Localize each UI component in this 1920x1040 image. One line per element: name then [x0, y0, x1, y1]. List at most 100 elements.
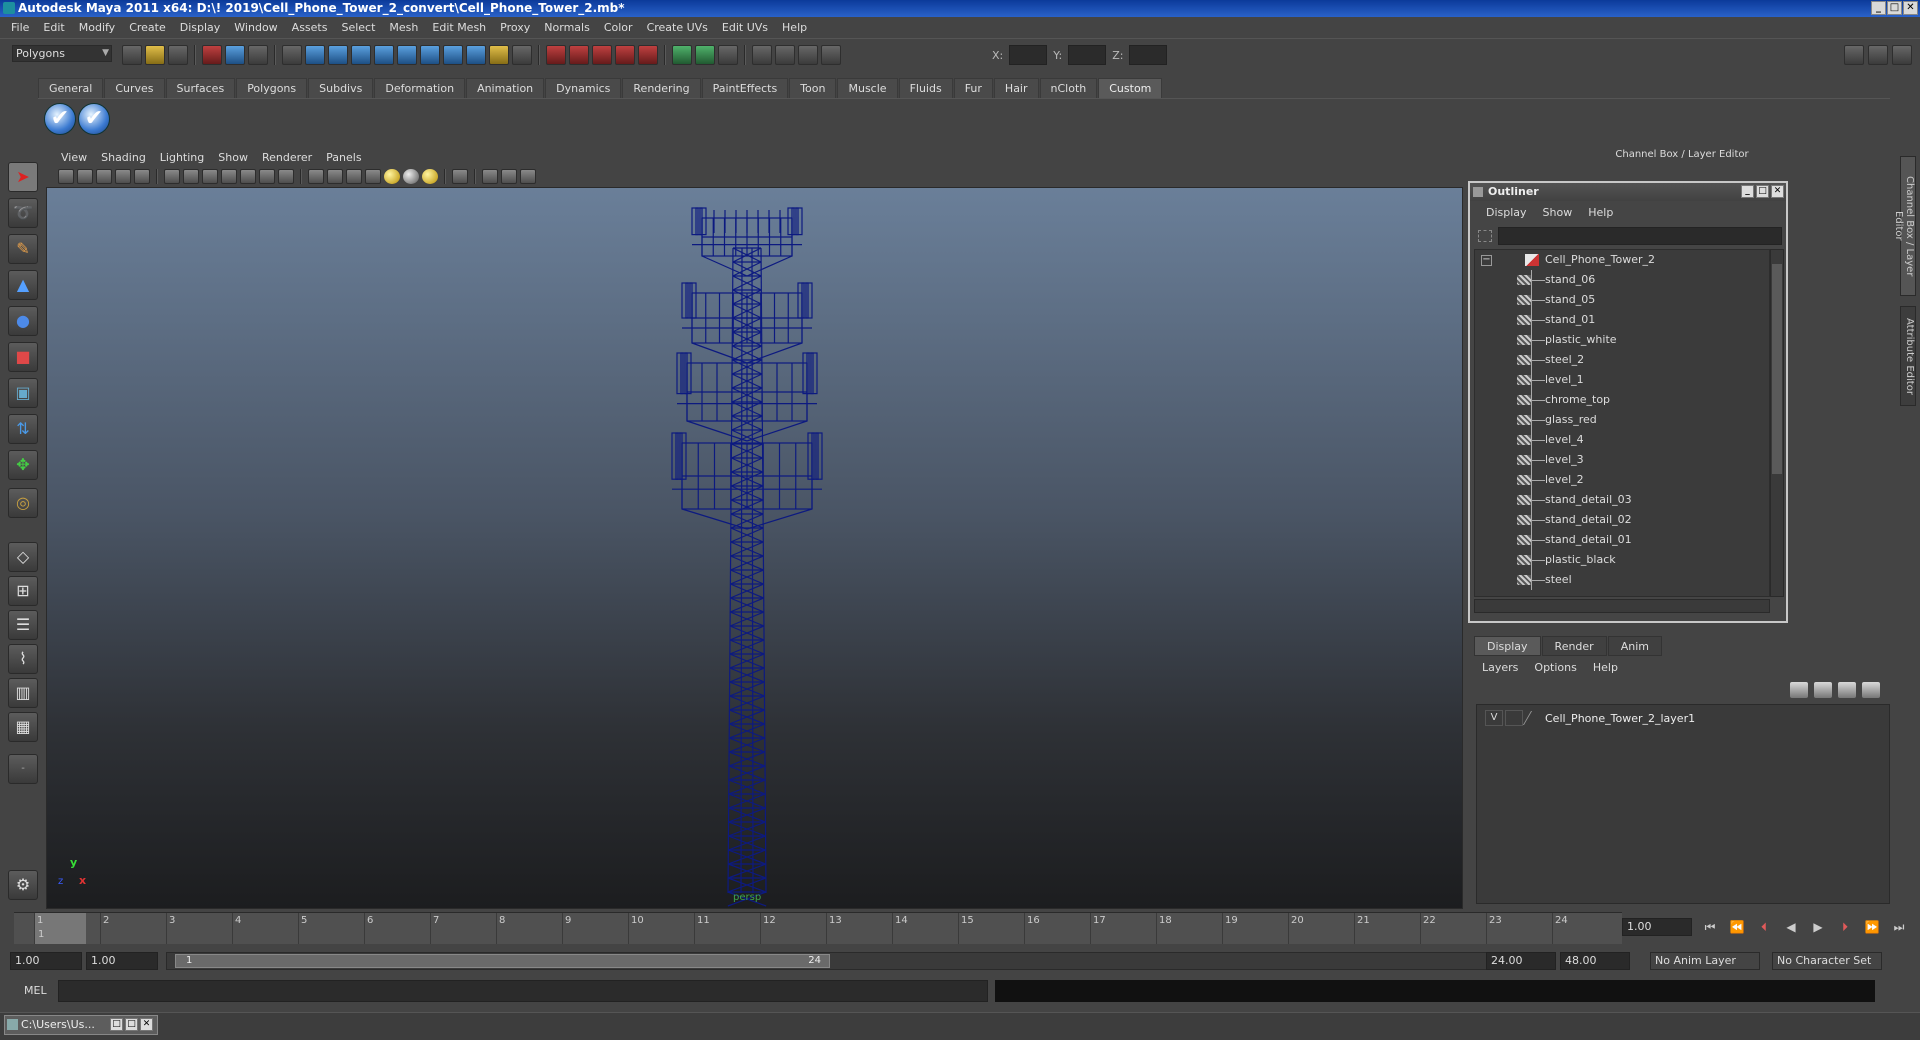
shelf-tab-subdivs[interactable]: Subdivs [308, 78, 374, 98]
current-frame-field[interactable]: 1.00 [1622, 918, 1692, 936]
backface-culling-icon[interactable] [520, 168, 536, 184]
save-scene-icon[interactable] [168, 45, 188, 65]
layer-menu-options[interactable]: Options [1526, 661, 1584, 674]
select-camera-icon[interactable] [58, 168, 74, 184]
outliner-item[interactable]: level_1 [1475, 370, 1769, 390]
step-forward-key-icon[interactable]: ⏵ [1835, 918, 1855, 936]
select-deformations-icon[interactable] [397, 45, 417, 65]
command-language-label[interactable]: MEL [24, 984, 47, 997]
shelf-tab-curves[interactable]: Curves [104, 78, 165, 98]
maximize-button[interactable]: □ [1887, 1, 1902, 15]
play-forwards-icon[interactable]: ▶ [1808, 918, 1828, 936]
viewport-menu-panels[interactable]: Panels [319, 151, 368, 164]
menu-proxy[interactable]: Proxy [493, 21, 537, 34]
menu-edit-mesh[interactable]: Edit Mesh [425, 21, 493, 34]
outliner-item[interactable]: stand_detail_03 [1475, 490, 1769, 510]
toggle-channel-box-icon[interactable] [1892, 45, 1912, 65]
outliner-close-button[interactable]: ✕ [1771, 185, 1784, 198]
outliner-item[interactable]: chrome_top [1475, 390, 1769, 410]
hypershade-persp-layout-icon[interactable]: ▥ [8, 678, 38, 708]
default-lighting-icon[interactable] [384, 168, 400, 184]
select-curves-icon[interactable] [351, 45, 371, 65]
select-rendering-icon[interactable] [443, 45, 463, 65]
shelf-tab-fluids[interactable]: Fluids [898, 78, 953, 98]
outliner-persp-layout-icon[interactable]: ☰ [8, 610, 38, 640]
outliner-item[interactable]: plastic_black [1475, 550, 1769, 570]
transform-y-field[interactable] [1068, 45, 1107, 65]
outliner-item[interactable]: stand_01 [1475, 310, 1769, 330]
field-chart-icon[interactable] [221, 168, 237, 184]
toggle-tool-settings-icon[interactable] [1868, 45, 1888, 65]
select-misc-icon[interactable] [466, 45, 486, 65]
side-tab-channel-box[interactable]: Channel Box / Layer Editor [1893, 156, 1916, 296]
select-surfaces-icon[interactable] [374, 45, 394, 65]
render-view-icon[interactable] [752, 45, 772, 65]
highlight-selection-icon[interactable] [512, 45, 532, 65]
text-icon[interactable] [278, 168, 294, 184]
shelf-tab-general[interactable]: General [38, 78, 104, 98]
playback-start-field[interactable]: 1.00 [86, 952, 158, 970]
safe-title-icon[interactable] [259, 168, 275, 184]
menu-create[interactable]: Create [122, 21, 173, 34]
outliner-item[interactable]: stand_detail_01 [1475, 530, 1769, 550]
menu-edit[interactable]: Edit [36, 21, 71, 34]
outliner-item[interactable]: level_4 [1475, 430, 1769, 450]
render-settings-icon[interactable] [821, 45, 841, 65]
tab-display[interactable]: Display [1474, 636, 1541, 656]
viewport-menu-show[interactable]: Show [211, 151, 255, 164]
layer-menu-help[interactable]: Help [1585, 661, 1626, 674]
viewport-menu-lighting[interactable]: Lighting [153, 151, 211, 164]
image-plane-icon[interactable] [115, 168, 131, 184]
step-back-key-icon[interactable]: ⏴ [1754, 918, 1774, 936]
make-live-icon[interactable] [638, 45, 658, 65]
show-manipulator-icon[interactable]: ✥ [8, 450, 38, 480]
select-by-component-icon[interactable] [248, 45, 268, 65]
transform-z-field[interactable] [1129, 45, 1168, 65]
shelf-tab-muscle[interactable]: Muscle [837, 78, 898, 98]
outliner-menu-show[interactable]: Show [1535, 206, 1581, 219]
step-back-frame-icon[interactable]: ⏪ [1727, 918, 1747, 936]
outliner-item[interactable]: stand_06 [1475, 270, 1769, 290]
outliner-item[interactable]: stand_detail_02 [1475, 510, 1769, 530]
shelf-tab-fur[interactable]: Fur [953, 78, 993, 98]
menu-create-uvs[interactable]: Create UVs [640, 21, 715, 34]
film-gate-icon[interactable] [164, 168, 180, 184]
playback-end-field[interactable]: 24.00 [1486, 952, 1556, 970]
play-backwards-icon[interactable]: ◀ [1781, 918, 1801, 936]
outliner-item[interactable]: steel_2 [1475, 350, 1769, 370]
layer-visibility-toggle[interactable]: V [1485, 710, 1503, 726]
shelf-tab-polygons[interactable]: Polygons [236, 78, 308, 98]
all-lights-icon[interactable] [403, 168, 419, 184]
persp-graph-outliner-layout-icon[interactable]: ▦ [8, 712, 38, 742]
shelf-tab-custom[interactable]: Custom [1098, 78, 1163, 98]
outliner-item[interactable]: level_2 [1475, 470, 1769, 490]
shelf-tab-dynamics[interactable]: Dynamics [545, 78, 622, 98]
textured-icon[interactable] [365, 168, 381, 184]
lock-selection-icon[interactable] [489, 45, 509, 65]
menu-select[interactable]: Select [334, 21, 382, 34]
menu-help[interactable]: Help [775, 21, 814, 34]
paint-effects-icon[interactable]: ⚙ [8, 870, 38, 900]
paint-select-tool-icon[interactable]: ✎ [8, 234, 38, 264]
new-scene-icon[interactable] [122, 45, 142, 65]
minimize-button[interactable]: _ [1871, 1, 1886, 15]
select-tool-icon[interactable]: ➤ [8, 162, 38, 192]
outliner-search-input[interactable] [1498, 227, 1782, 245]
outliner-item[interactable]: glass_red [1475, 410, 1769, 430]
command-input[interactable] [58, 980, 988, 1002]
camera-attributes-icon[interactable] [77, 168, 93, 184]
toolbox-collapse-icon[interactable]: - [8, 754, 38, 784]
viewport-menu-view[interactable]: View [54, 151, 94, 164]
select-dynamics-icon[interactable] [420, 45, 440, 65]
graph-persp-layout-icon[interactable]: ⌇ [8, 644, 38, 674]
animation-start-field[interactable]: 1.00 [10, 952, 82, 970]
toggle-attribute-editor-icon[interactable] [1844, 45, 1864, 65]
close-button[interactable]: ✕ [1903, 1, 1918, 15]
menu-assets[interactable]: Assets [285, 21, 335, 34]
outliner-vertical-scrollbar[interactable] [1770, 249, 1784, 597]
render-current-frame-icon[interactable] [775, 45, 795, 65]
shelf-tab-rendering[interactable]: Rendering [622, 78, 701, 98]
menu-mesh[interactable]: Mesh [382, 21, 425, 34]
open-scene-icon[interactable] [145, 45, 165, 65]
last-tool-icon[interactable]: ◎ [8, 488, 38, 518]
